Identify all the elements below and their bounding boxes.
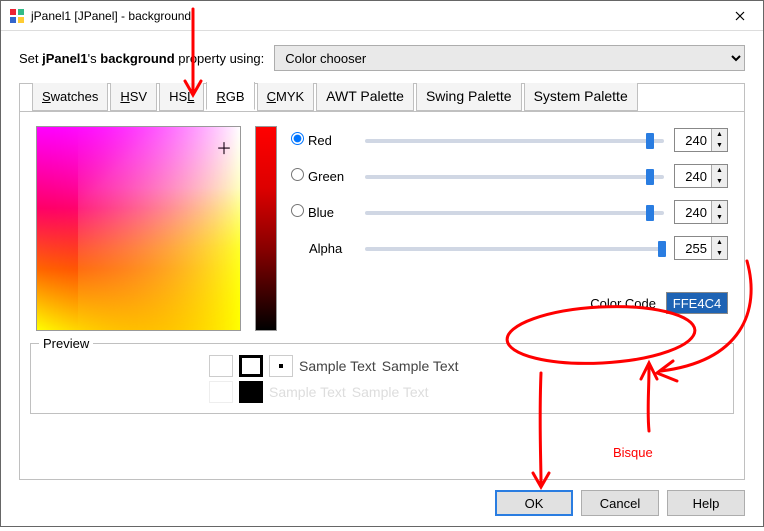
- up-icon[interactable]: ▲: [712, 201, 727, 212]
- swatch: [269, 355, 293, 377]
- spinner-green[interactable]: ▲▼: [674, 164, 728, 188]
- swatch: [239, 355, 263, 377]
- tabs: Swatches HSV HSL RGB CMYK AWT Palette Sw…: [30, 83, 638, 111]
- cancel-button[interactable]: Cancel: [581, 490, 659, 516]
- swatch: [209, 355, 233, 377]
- channel-sliders: Red ▲▼ Green ▲▼ Blue ▲▼: [291, 126, 728, 314]
- preview-row-2: Sample Text Sample Text: [209, 379, 725, 405]
- dialog-window: jPanel1 [JPanel] - background Set jPanel…: [0, 0, 764, 527]
- header-label: Set jPanel1's background property using:: [19, 51, 264, 66]
- slider-blue[interactable]: [365, 205, 664, 219]
- swatch: [209, 381, 233, 403]
- tab-rgb[interactable]: RGB: [206, 82, 254, 110]
- spinner-red[interactable]: ▲▼: [674, 128, 728, 152]
- color-field[interactable]: ＋: [36, 126, 241, 331]
- ok-button[interactable]: OK: [495, 490, 573, 516]
- rgb-area: ＋ Red ▲▼ Green ▲▼ Blue: [30, 122, 734, 335]
- hue-slider[interactable]: [255, 126, 277, 331]
- titlebar: jPanel1 [JPanel] - background: [1, 1, 763, 31]
- radio-red[interactable]: Red: [291, 132, 355, 148]
- window-title: jPanel1 [JPanel] - background: [31, 9, 717, 23]
- down-icon[interactable]: ▼: [712, 176, 727, 187]
- tab-strip: Swatches HSV HSL RGB CMYK AWT Palette Sw…: [20, 84, 744, 112]
- header-row: Set jPanel1's background property using:…: [19, 45, 745, 71]
- tab-awt-palette[interactable]: AWT Palette: [316, 83, 414, 111]
- slider-red[interactable]: [365, 133, 664, 147]
- spinner-alpha[interactable]: ▲▼: [674, 236, 728, 260]
- radio-blue[interactable]: Blue: [291, 204, 355, 220]
- preview-label: Preview: [39, 336, 93, 351]
- color-panel: Swatches HSV HSL RGB CMYK AWT Palette Sw…: [19, 83, 745, 480]
- radio-green[interactable]: Green: [291, 168, 355, 184]
- sample-text: Sample Text: [299, 358, 376, 374]
- up-icon[interactable]: ▲: [712, 237, 727, 248]
- label-alpha: Alpha: [291, 241, 355, 256]
- sample-text: Sample Text: [269, 384, 346, 400]
- preview-row-1: Sample Text Sample Text: [209, 353, 725, 379]
- close-button[interactable]: [717, 1, 763, 31]
- down-icon[interactable]: ▼: [712, 248, 727, 259]
- row-red: Red ▲▼: [291, 128, 728, 152]
- tab-swatches[interactable]: Swatches: [32, 83, 108, 111]
- down-icon[interactable]: ▼: [712, 140, 727, 151]
- spinner-blue[interactable]: ▲▼: [674, 200, 728, 224]
- color-code-input[interactable]: [666, 292, 728, 314]
- slider-green[interactable]: [365, 169, 664, 183]
- color-code-label: Color Code: [590, 296, 656, 311]
- up-icon[interactable]: ▲: [712, 129, 727, 140]
- dialog-buttons: OK Cancel Help: [19, 480, 745, 516]
- row-alpha: Alpha ▲▼: [291, 236, 728, 260]
- property-mode-select[interactable]: Color chooser: [274, 45, 745, 71]
- down-icon[interactable]: ▼: [712, 212, 727, 223]
- help-button[interactable]: Help: [667, 490, 745, 516]
- crosshair-icon: ＋: [216, 135, 232, 159]
- row-green: Green ▲▼: [291, 164, 728, 188]
- tab-system-palette[interactable]: System Palette: [524, 83, 638, 111]
- tab-cmyk[interactable]: CMYK: [257, 83, 315, 111]
- tab-hsv[interactable]: HSV: [110, 83, 157, 111]
- close-icon: [735, 11, 745, 21]
- row-blue: Blue ▲▼: [291, 200, 728, 224]
- tab-hsl[interactable]: HSL: [159, 83, 204, 111]
- app-icon: [9, 8, 25, 24]
- slider-alpha[interactable]: [365, 241, 664, 255]
- sample-text: Sample Text: [352, 384, 429, 400]
- tab-swing-palette[interactable]: Swing Palette: [416, 83, 522, 111]
- dialog-body: Set jPanel1's background property using:…: [1, 31, 763, 526]
- swatch: [239, 381, 263, 403]
- color-code-row: Color Code: [291, 292, 728, 314]
- up-icon[interactable]: ▲: [712, 165, 727, 176]
- preview-box: Preview Sample Text Sample Text Sample T…: [30, 343, 734, 414]
- sample-text: Sample Text: [382, 358, 459, 374]
